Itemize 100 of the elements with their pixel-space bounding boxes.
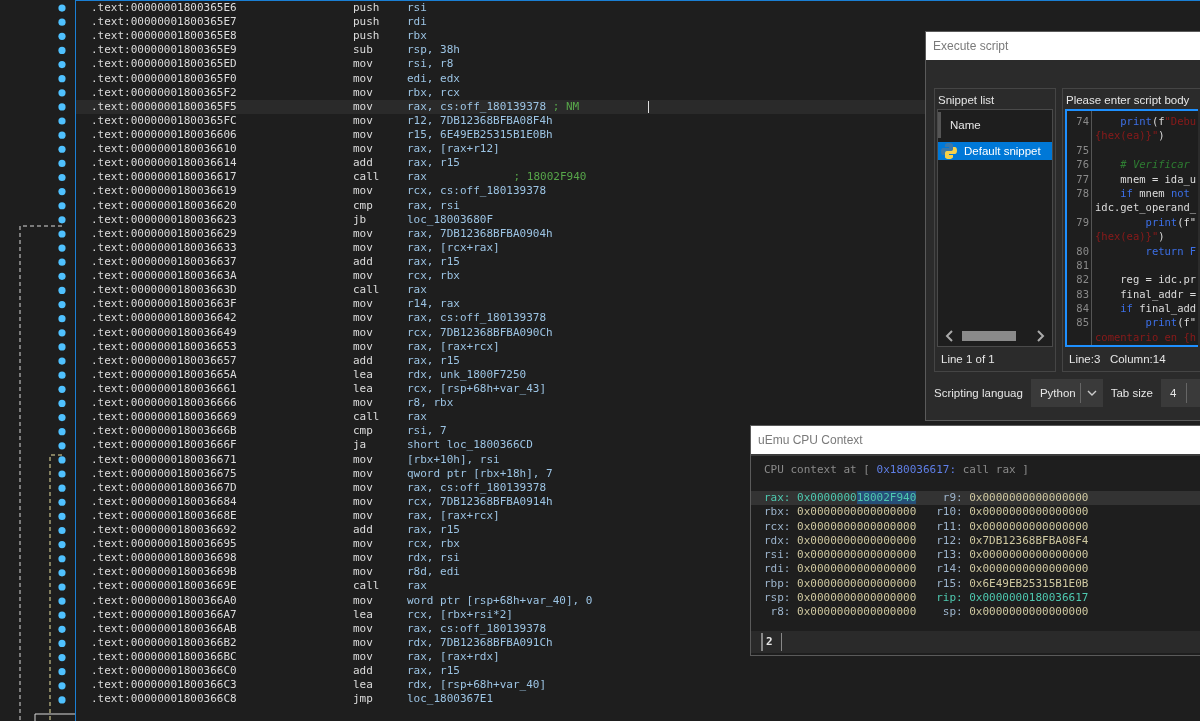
line-dot-icon: [58, 456, 66, 464]
operands-text: rcx, 7DB12368BFBA090Ch: [407, 325, 553, 340]
address-text: .text:000000018003668E: [91, 508, 238, 524]
mnemonic-text: mov: [353, 537, 374, 552]
code-line: mnem = ida_u: [1120, 171, 1197, 186]
operands-text: rsi, 7: [407, 424, 448, 439]
mnemonic-text: mov: [353, 311, 374, 326]
line-number: 85: [1075, 315, 1089, 330]
register-value: 0x0000000000000000: [969, 491, 1089, 506]
register-value: 0x0000000000000000: [797, 519, 917, 534]
operands-text: rax, [rax+r12]: [407, 142, 501, 157]
register-name: rsp:: [764, 591, 791, 606]
mnemonic-text: push: [353, 1, 381, 16]
address-text: .text:000000018003666F: [91, 438, 238, 453]
mnemonic-text: call: [353, 410, 381, 425]
field-label: Tab size: [1110, 387, 1153, 399]
mnemonic-text: mov: [353, 466, 374, 481]
line-number: 83: [1075, 286, 1089, 302]
code-line: {hex(ea)}"): [1095, 229, 1165, 244]
address-text: .text:000000018003665A: [91, 367, 238, 382]
mnemonic-text: cmp: [353, 198, 374, 213]
line-dot-icon: [58, 145, 66, 153]
mnemonic-text: add: [353, 156, 374, 171]
line-dot-icon: [58, 611, 66, 619]
snippet-item[interactable]: Default snippet: [938, 142, 1052, 160]
line-dot-icon: [58, 301, 66, 309]
code-line: print(f": [1145, 214, 1197, 230]
line-dot-icon: [58, 526, 66, 535]
scroll-right-icon[interactable]: [1036, 330, 1046, 342]
mnemonic-text: mov: [353, 480, 374, 495]
mnemonic-text: jmp: [353, 692, 374, 707]
mnemonic-text: mov: [353, 650, 374, 665]
mnemonic-text: mov: [353, 635, 374, 651]
operands-text: rax, [rcx+rax]: [407, 240, 501, 255]
code-line: # Verificar: [1120, 157, 1190, 172]
line-dot-icon: [58, 541, 66, 549]
code-line: if final_add: [1120, 301, 1197, 316]
register-value: 0x0000000000000000: [797, 548, 917, 563]
mnemonic-text: mov: [353, 325, 374, 340]
address-text: .text:0000000180036661: [91, 381, 238, 397]
mnemonic-text: mov: [353, 85, 374, 100]
line-dot-icon: [58, 18, 66, 26]
register-name: r10:: [935, 505, 963, 520]
operands-text: r15, 6E49EB25315B1E0Bh: [407, 128, 553, 143]
address-text: .text:00000001800365F2: [91, 85, 238, 100]
line-dot-icon: [58, 639, 66, 648]
window-title: uEmu CPU Context: [751, 426, 1200, 454]
mnemonic-text: mov: [353, 269, 374, 284]
comment-text: ; NM: [552, 99, 580, 113]
address-text: .text:000000018003669E: [91, 579, 238, 594]
address-text: .text:00000001800366C0: [91, 664, 238, 679]
mnemonic-text: mov: [353, 226, 374, 241]
address-text: .text:0000000180036617: [91, 170, 238, 185]
line-dot-icon: [58, 385, 66, 393]
register-value: 0x0000000000000000: [969, 548, 1089, 563]
address-text: .text:0000000180036642: [91, 311, 238, 326]
line-dot-icon: [58, 696, 66, 704]
register-value: 0x0000000000000000: [969, 562, 1089, 577]
address-text: .text:000000018003669B: [91, 565, 238, 580]
register-name: r13:: [935, 548, 963, 563]
panel-label: Snippet list: [937, 93, 996, 108]
mnemonic-text: mov: [353, 297, 374, 312]
code-editor[interactable]: [1065, 109, 1198, 347]
register-value: 0x0000000000000000: [797, 533, 917, 549]
address-text: .text:00000001800366A0: [91, 593, 238, 608]
status-text: Line 1 of 1: [940, 352, 996, 367]
line-number: 81: [1075, 257, 1089, 273]
line-dot-icon: [58, 343, 66, 351]
line-dot-icon: [58, 244, 66, 252]
mnemonic-text: mov: [353, 452, 374, 467]
scroll-left-icon[interactable]: [944, 330, 954, 342]
operands-text: loc_18003680F: [407, 212, 495, 227]
operands-text: rax, cs:off_180139378: [407, 621, 547, 636]
address-text: .text:00000001800365ED: [91, 57, 238, 72]
address-text: .text:00000001800365FC: [91, 113, 238, 128]
line-number: 84: [1075, 301, 1089, 316]
column-header[interactable]: Name: [938, 112, 1052, 138]
address-text: .text:00000001800366AB: [91, 621, 238, 636]
line-dot-icon: [58, 413, 66, 422]
code-line: reg = idc.pr: [1120, 272, 1197, 287]
address-text: .text:00000001800365F5: [91, 99, 238, 114]
register-name: rbp:: [764, 576, 791, 592]
address-text: .text:0000000180036669: [91, 410, 238, 425]
code-line: print(f"Debu: [1120, 114, 1197, 129]
operands-text: rdx, 7DB12368BFBA091Ch: [407, 635, 553, 651]
panel-label: Please enter script body: [1065, 93, 1191, 108]
register-name: r9:: [941, 491, 963, 506]
line-dot-icon: [58, 512, 66, 520]
operands-text: rbx, rcx: [407, 85, 461, 100]
register-name: r15:: [935, 576, 963, 592]
operands-text: rax: [407, 579, 428, 594]
operands-text: rax, r15: [407, 254, 461, 270]
mnemonic-text: sub: [353, 43, 374, 58]
register-name: rip:: [935, 591, 963, 606]
language-select[interactable]: Python: [1030, 379, 1103, 407]
console-tab[interactable]: 2: [761, 633, 782, 651]
tab-size-select[interactable]: 4: [1160, 379, 1200, 407]
mnemonic-text: add: [353, 664, 374, 679]
line-dot-icon: [58, 75, 66, 83]
mnemonic-text: add: [353, 353, 374, 368]
